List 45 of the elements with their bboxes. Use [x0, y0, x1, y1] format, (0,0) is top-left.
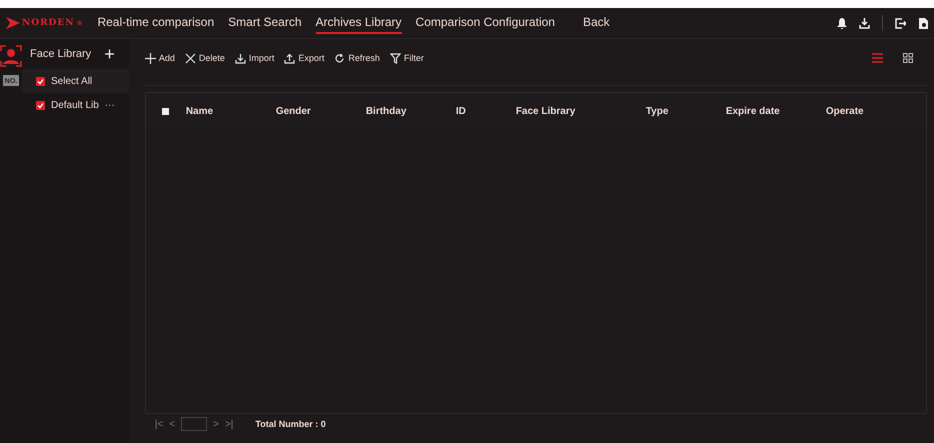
download-icon: [234, 52, 246, 64]
cross-icon: [184, 52, 196, 64]
column-header: Operate: [826, 106, 865, 116]
refresh-button[interactable]: Refresh: [334, 52, 380, 64]
nav-tab[interactable]: Smart Search: [228, 12, 302, 34]
add-library-button[interactable]: +: [104, 45, 115, 63]
plus-icon: [144, 52, 156, 64]
nav-tab[interactable]: Comparison Configuration: [416, 12, 555, 34]
bell-icon[interactable]: [837, 18, 847, 28]
library-title: Face Library: [30, 48, 92, 60]
nav-tab[interactable]: Archives Library: [316, 12, 402, 34]
checkbox[interactable]: [36, 76, 45, 86]
total-count: Total Number : 0: [255, 419, 326, 429]
next-page-button[interactable]: >: [213, 418, 219, 430]
first-page-button[interactable]: |<: [154, 418, 164, 430]
page-input[interactable]: [181, 417, 208, 431]
column-header: Name: [186, 106, 214, 116]
column-header: Type: [646, 106, 670, 116]
more-button[interactable]: ···: [104, 100, 115, 110]
filter-icon: [390, 52, 401, 64]
refresh-icon: [334, 52, 346, 64]
nav-tab[interactable]: Real-time comparison: [97, 12, 214, 34]
delete-button[interactable]: Delete: [184, 52, 225, 64]
import-button[interactable]: Import: [234, 52, 274, 64]
grid-view-icon[interactable]: [902, 53, 913, 63]
face-icon[interactable]: [0, 45, 22, 67]
column-header: Expire date: [726, 106, 781, 116]
list-view-icon[interactable]: [872, 53, 883, 63]
last-page-button[interactable]: >|: [224, 418, 234, 430]
nav-tab[interactable]: Back: [582, 12, 610, 34]
checkbox[interactable]: [36, 100, 45, 110]
download-icon[interactable]: [859, 18, 870, 28]
column-header: Face Library: [516, 106, 576, 116]
document-icon[interactable]: [918, 18, 928, 28]
upload-icon: [284, 52, 296, 64]
header-checkbox[interactable]: [162, 108, 170, 114]
export-button[interactable]: Export: [284, 52, 324, 64]
logout-icon[interactable]: [895, 18, 906, 28]
column-header: ID: [456, 106, 467, 116]
add-button[interactable]: Add: [144, 52, 175, 64]
previous-page-button[interactable]: <: [169, 418, 176, 430]
column-header: Gender: [276, 106, 312, 116]
library-item[interactable]: Default Lib: [51, 100, 99, 110]
column-header: Birthday: [366, 106, 408, 116]
filter-button[interactable]: Filter: [390, 52, 424, 64]
